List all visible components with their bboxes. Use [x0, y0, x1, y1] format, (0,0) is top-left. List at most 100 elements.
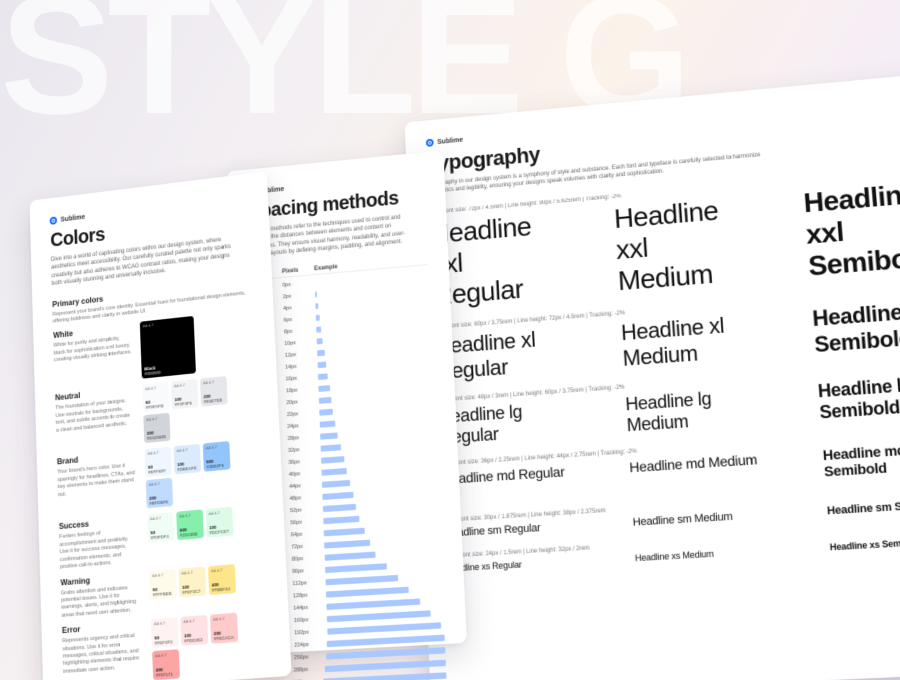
brand-name: Sublime — [60, 213, 85, 223]
color-swatch: AA 4.750#F0FDF4 — [147, 512, 174, 543]
swatch-hex: #EFF6FF — [148, 469, 166, 476]
spacing-pixels: 10px — [284, 338, 317, 347]
swatch-hex: #FEF2F2 — [155, 640, 173, 646]
spacing-bar — [321, 468, 346, 476]
spacing-bar — [322, 479, 350, 487]
color-family-desc: Grabs attention and indicates potential … — [61, 584, 141, 621]
contrast-tag: AA 4.7 — [152, 571, 173, 578]
type-sample: Headline xl Medium — [620, 311, 754, 371]
spacing-pixels: 14px — [285, 362, 318, 370]
color-swatch: AA 4.750#FFFBEB — [149, 568, 177, 599]
type-sample: Headline md Semibold — [822, 439, 900, 481]
swatch-hex: #F9FAFB — [146, 404, 164, 411]
type-sample: Headline lg Regular — [439, 399, 569, 448]
spacing-pixels: 128px — [293, 591, 326, 599]
type-sample: Headline xl Regular — [435, 325, 565, 384]
primary-colors-heading: Primary colors — [52, 278, 251, 309]
swatch-hex: #F0FDF4 — [151, 534, 169, 541]
spacing-bar — [316, 314, 320, 320]
swatch-hex: #3B82F6 — [206, 463, 224, 470]
spacing-pixels: 28px — [288, 433, 321, 441]
typography-title: Typography — [426, 107, 900, 177]
swatch-hex: #22C55E — [180, 532, 198, 539]
spacing-pixels: 56px — [290, 518, 323, 526]
type-sample: Headline xxl Semibold — [802, 176, 900, 282]
swatch-hex: #F3F4F6 — [175, 401, 192, 408]
type-row: Headline xxl RegularHeadline xxl MediumH… — [430, 176, 900, 311]
color-family-desc: The foundation of your designs. Use neut… — [55, 398, 134, 435]
type-spec: H1Font size: 72px / 4.5rem | Line height… — [429, 166, 900, 215]
swatch-label: 50 — [146, 400, 151, 405]
spacing-pixels: 288px — [293, 666, 324, 674]
spacing-pixels: 48px — [290, 493, 323, 501]
spacing-pixels: 52px — [290, 506, 323, 514]
spacing-pixels: 20px — [286, 397, 319, 405]
spacing-bar — [320, 432, 338, 439]
contrast-tag: AA 4.7 — [179, 512, 200, 519]
color-swatch: AA 4.7100#F3F4F6 — [171, 379, 198, 409]
contrast-tag: AA 4.7 — [206, 444, 227, 451]
type-sample: Headline md Regular — [442, 463, 571, 487]
color-swatch: AA 4.7200#E5E7EB — [200, 376, 228, 407]
spacing-bar — [317, 338, 323, 344]
spacing-table-header: Token Pixels Example — [250, 256, 427, 280]
spacing-bar — [319, 396, 332, 403]
spacing-pixels: 40px — [289, 469, 322, 477]
color-swatch: AA 4.750#F9FAFB — [142, 382, 169, 412]
col-pixels: Pixels — [282, 266, 314, 275]
spacing-bar — [315, 291, 317, 297]
type-sample: Headline sm Medium — [632, 508, 766, 529]
swatch-hex: #000000 — [144, 370, 160, 377]
spacing-pixels: 0px — [282, 280, 314, 289]
color-family-desc: Evokes feelings of accomplishment and po… — [59, 528, 139, 572]
spacing-bar — [325, 551, 376, 560]
spacing-pixels: 24px — [287, 421, 320, 429]
type-sample: Headline xs Regular — [446, 557, 576, 575]
contrast-tag: AA 4.7 — [213, 615, 234, 622]
color-swatch: AA 4.7100#FEE2E2 — [180, 615, 208, 646]
spacing-pixels: 8px — [284, 326, 317, 335]
color-swatch: AA 4.750#EFF6FF — [145, 447, 172, 478]
color-swatch: AA 4.7500#22C55E — [176, 510, 204, 541]
type-sample: Headline lg Medium — [625, 385, 760, 435]
spacing-pixels: 160px — [294, 616, 327, 624]
spacing-pixels: 112px — [292, 579, 325, 587]
spacing-pixels: 12px — [285, 350, 318, 359]
stage: Sublime Colors Dive into a world of capt… — [0, 0, 900, 680]
spacing-pixels: 6px — [284, 315, 316, 324]
colors-sheet: Sublime Colors Dive into a world of capt… — [29, 171, 291, 680]
color-swatch: AA 4.7200#BFDBFE — [146, 478, 173, 509]
primary-colors-sub: Represent your brand's core identity. Es… — [52, 289, 252, 326]
swatch-hex: #FECACA — [214, 635, 234, 642]
color-row: NeutralThe foundation of your designs. U… — [55, 373, 259, 452]
color-swatch: AA 4.7100#DCFCE7 — [206, 507, 234, 538]
spacing-bar — [316, 326, 321, 332]
spacing-pixels: 64px — [291, 530, 324, 538]
spacing-bar — [318, 385, 330, 392]
spacing-pixels: 18px — [286, 386, 319, 394]
color-row: SuccessEvokes feelings of accomplishment… — [59, 505, 265, 572]
contrast-tag: AA 4.7 — [203, 379, 224, 386]
type-sample: Headline xl Semibold — [812, 296, 900, 357]
swatch-hex: #FEF3C7 — [182, 588, 201, 595]
spacing-bar — [320, 420, 336, 427]
color-swatch: AA 4.7300#D1D5DB — [143, 413, 170, 443]
contrast-tag: AA 4.7 — [143, 319, 191, 329]
spacing-row: 1.56px — [251, 302, 429, 329]
spacing-bar — [315, 303, 318, 309]
spacing-bar — [318, 373, 328, 380]
type-sample: Headline xxl Medium — [613, 193, 749, 298]
spacing-bar — [321, 444, 341, 451]
contrast-tag: AA 4.7 — [155, 652, 176, 659]
spacing-bar — [317, 349, 325, 356]
spacing-bar — [323, 503, 356, 511]
spacing-pixels: 144px — [293, 603, 326, 611]
spacing-desc: Spacing methods refer to the techniques … — [249, 213, 412, 260]
swatch-hex: #DBEAFE — [177, 466, 197, 473]
contrast-tag: AA 4.7 — [150, 515, 171, 522]
color-family-desc: White for purity and simplicity, black f… — [53, 335, 131, 365]
swatch-hex: #FEE2E2 — [184, 637, 203, 644]
spacing-pixels: 224px — [294, 640, 327, 648]
contrast-tag: AA 4.7 — [176, 447, 197, 454]
contrast-tag: AA 4.7 — [181, 568, 202, 575]
